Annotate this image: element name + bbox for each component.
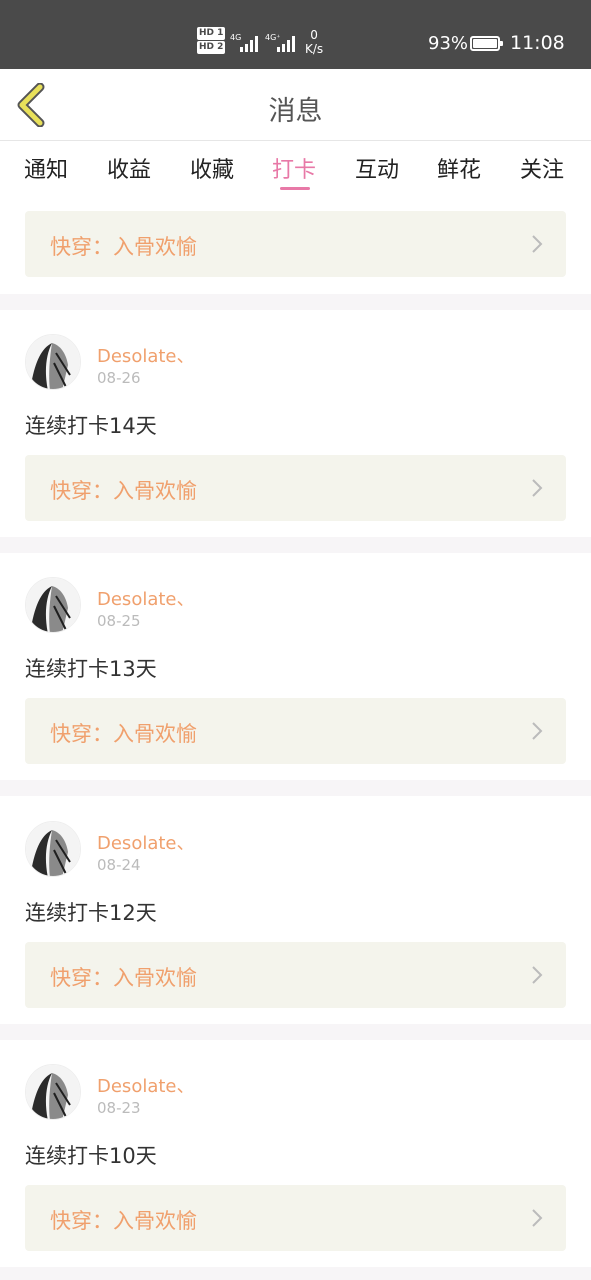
avatar[interactable] [25,821,81,877]
avatar[interactable] [25,334,81,390]
book-link-card[interactable]: 快穿：入骨欢愉 [25,211,566,277]
checkin-text: 连续打卡14天 [25,414,157,438]
book-link-card[interactable]: 快穿：入骨欢愉 [25,455,566,521]
title-bar: 消息 [0,69,591,141]
username[interactable]: Desolate、 [97,342,195,368]
section-divider [0,537,591,553]
clock: 11:08 [510,32,565,54]
username[interactable]: Desolate、 [97,829,195,855]
book-link-card[interactable]: 快穿：入骨欢愉 [25,942,566,1008]
active-tab-indicator [280,187,310,190]
post-date: 08-26 [97,369,141,387]
book-link-card[interactable]: 快穿：入骨欢愉 [25,698,566,764]
chevron-right-icon [532,1209,543,1227]
username[interactable]: Desolate、 [97,585,195,611]
hd-indicator: HD 1 HD 2 [197,27,226,55]
tab-favorites[interactable]: 收藏 [190,152,234,184]
section-divider [0,294,591,310]
tab-following[interactable]: 关注 [520,152,564,184]
avatar-image [26,1065,80,1119]
chevron-right-icon [532,479,543,497]
speed-value: 0 [310,28,318,42]
signal-2-icon [277,34,297,52]
chevron-right-icon [532,722,543,740]
avatar-image [26,822,80,876]
hd1-label: HD 1 [197,27,226,40]
section-divider [0,1024,591,1040]
post-date: 08-24 [97,856,141,874]
avatar[interactable] [25,577,81,633]
tab-checkin[interactable]: 打卡 [272,152,316,184]
avatar-image [26,335,80,389]
checkin-text: 连续打卡12天 [25,901,157,925]
page-title: 消息 [268,96,323,127]
tab-notice[interactable]: 通知 [24,152,68,184]
network-speed: 0 K/s [305,28,323,56]
section-divider [0,780,591,796]
book-link-card[interactable]: 快穿：入骨欢愉 [25,1185,566,1251]
tab-flowers[interactable]: 鲜花 [437,152,481,184]
post-date: 08-25 [97,612,141,630]
book-title: 快穿：入骨欢愉 [50,722,197,746]
status-bar: HD 1 HD 2 4G 4G⁺ 0 K/s 93% 11:08 [0,0,591,69]
tab-interaction[interactable]: 互动 [355,152,399,184]
checkin-text: 连续打卡13天 [25,657,157,681]
book-title: 快穿：入骨欢愉 [50,1209,197,1233]
tab-earnings[interactable]: 收益 [107,152,151,184]
chevron-right-icon [532,966,543,984]
checkin-text: 连续打卡10天 [25,1144,157,1168]
avatar[interactable] [25,1064,81,1120]
battery-percent: 93% [428,33,469,54]
post-date: 08-23 [97,1099,141,1117]
signal-1-icon [240,34,260,52]
speed-unit: K/s [305,42,324,56]
book-title: 快穿：入骨欢愉 [50,966,197,990]
avatar-image [26,578,80,632]
section-divider [0,1267,591,1280]
username[interactable]: Desolate、 [97,1072,195,1098]
battery-icon [470,36,503,51]
chevron-right-icon [532,235,543,253]
book-title: 快穿：入骨欢愉 [50,235,197,259]
book-title: 快穿：入骨欢愉 [50,479,197,503]
tab-bar: 通知 收益 收藏 打卡 互动 鲜花 关注 [0,142,591,200]
hd2-label: HD 2 [197,41,226,54]
